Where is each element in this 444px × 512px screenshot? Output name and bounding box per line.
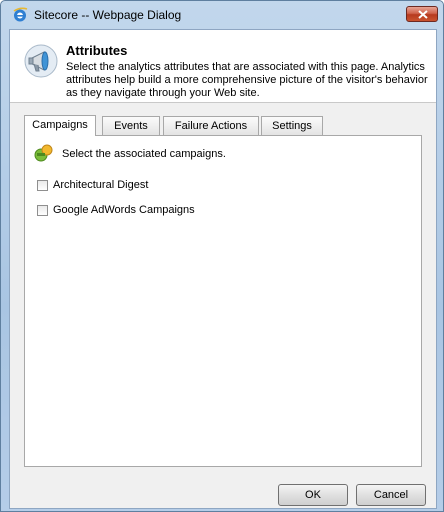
tab-settings[interactable]: Settings <box>261 116 323 135</box>
cancel-button[interactable]: Cancel <box>356 484 426 506</box>
campaigns-intro: Select the associated campaigns. <box>62 148 226 160</box>
dialog-window: Sitecore -- Webpage Dialog Attributes Se… <box>0 0 444 512</box>
title-bar[interactable]: Sitecore -- Webpage Dialog <box>1 1 443 29</box>
campaign-label[interactable]: Google AdWords Campaigns <box>53 204 195 216</box>
tab-campaigns[interactable]: Campaigns <box>24 115 96 136</box>
megaphone-icon <box>24 44 58 78</box>
campaigns-icon <box>34 144 53 162</box>
tab-events[interactable]: Events <box>102 116 160 135</box>
close-icon <box>418 10 428 19</box>
ie-icon <box>13 7 28 22</box>
header-title: Attributes <box>66 43 128 58</box>
dialog-body: Attributes Select the analytics attribut… <box>9 29 437 509</box>
campaign-checkbox[interactable] <box>37 205 48 216</box>
header-description: Select the analytics attributes that are… <box>66 61 428 99</box>
ok-button[interactable]: OK <box>278 484 348 506</box>
window-title: Sitecore -- Webpage Dialog <box>34 8 182 22</box>
dialog-header: Attributes Select the analytics attribut… <box>10 30 436 103</box>
campaigns-panel: Select the associated campaigns. Archite… <box>24 135 422 467</box>
campaign-label[interactable]: Architectural Digest <box>53 179 148 191</box>
tab-failure-actions[interactable]: Failure Actions <box>163 116 259 135</box>
close-button[interactable] <box>406 6 438 22</box>
campaign-checkbox[interactable] <box>37 180 48 191</box>
